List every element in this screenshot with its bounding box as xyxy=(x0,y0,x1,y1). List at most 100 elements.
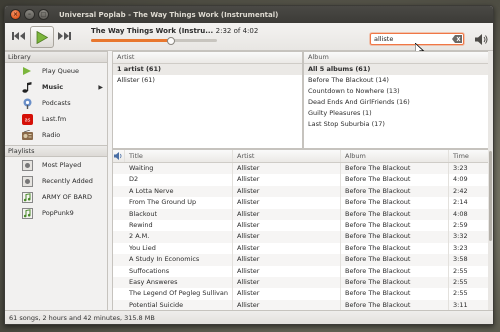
artist-row[interactable]: Allister (61) xyxy=(113,75,302,86)
track-album-cell: Before The Blackout xyxy=(341,197,449,209)
sidebar-item-label: Last.fm xyxy=(42,115,67,123)
sidebar-item-recently-added[interactable]: Recently Added xyxy=(5,173,107,189)
album-row[interactable]: Before The Blackout (14) xyxy=(304,75,488,86)
sidebar-item-radio[interactable]: Radio xyxy=(5,127,107,143)
table-row[interactable]: 2 A.M. Allister Before The Blackout 3:32 xyxy=(113,231,488,243)
seek-progress xyxy=(91,39,170,42)
sidebar-item-label: Most Played xyxy=(42,161,82,169)
seek-handle[interactable] xyxy=(167,37,175,45)
table-row[interactable]: A Lotta Nerve Allister Before The Blackout… xyxy=(113,185,488,198)
smart-playlist-icon xyxy=(21,159,33,171)
album-row[interactable]: Countdown to Nowhere (13) xyxy=(304,86,488,97)
track-album-cell: Before The Blackout xyxy=(341,219,449,232)
sidebar-item-lastfm[interactable]: as Last.fm xyxy=(5,111,107,127)
playing-indicator-cell xyxy=(113,174,125,185)
artist-row[interactable]: 1 artist (61) xyxy=(113,64,302,75)
table-row[interactable]: Rewind Allister Before The Blackout 2:59 xyxy=(113,219,488,232)
sidebar-item-podcasts[interactable]: Podcasts xyxy=(5,95,107,111)
play-button[interactable] xyxy=(30,26,54,48)
clear-search-button[interactable] xyxy=(452,35,462,43)
playlist-icon xyxy=(21,191,33,203)
playing-indicator-cell xyxy=(113,197,125,208)
now-playing-info: The Way Things Work (Instru... 2:32 of 4… xyxy=(91,27,291,35)
track-artist-cell: Allister xyxy=(233,265,341,277)
sidebar-item-most-played[interactable]: Most Played xyxy=(5,157,107,173)
previous-track-button[interactable] xyxy=(11,26,27,46)
expand-arrow-icon[interactable]: ▶ xyxy=(98,84,103,91)
track-time-cell: 2:14 xyxy=(453,198,468,207)
next-track-button[interactable] xyxy=(56,26,72,46)
volume-button[interactable] xyxy=(474,31,488,47)
close-window-button[interactable]: × xyxy=(10,9,21,20)
rhythmbox-window: × – □ Universal Poplab - The Way Things … xyxy=(4,5,494,325)
sidebar-item-army-of-bard[interactable]: ARMY OF BARD xyxy=(5,189,107,205)
track-artist-cell: Allister xyxy=(233,219,341,232)
minimize-window-button[interactable]: – xyxy=(24,9,35,20)
track-time-cell: 2:55 xyxy=(453,289,468,298)
sidebar-item-label: ARMY OF BARD xyxy=(42,193,92,201)
track-title-cell: A Study In Economics xyxy=(125,254,233,266)
playing-indicator-cell xyxy=(113,288,125,299)
table-row[interactable]: Waiting Allister Before The Blackout 3:23 xyxy=(113,163,488,175)
track-album-cell: Before The Blackout xyxy=(341,163,449,175)
album-row[interactable]: All 5 albums (61) xyxy=(304,64,488,75)
scrollbar-thumb[interactable] xyxy=(489,151,492,241)
table-row[interactable]: The Legend Of Pegleg Sullivan Allister Bef… xyxy=(113,288,488,300)
track-title-cell: D2 xyxy=(125,174,233,186)
track-title-cell: From The Ground Up xyxy=(125,197,233,209)
track-album-cell: Before The Blackout xyxy=(341,265,449,277)
track-list: Title Artist Album Time Waiting Allister B… xyxy=(112,149,489,312)
sidebar-item-label: Podcasts xyxy=(42,99,71,107)
table-row[interactable]: You Lied Allister Before The Blackout 3:23 xyxy=(113,242,488,255)
title-column-header[interactable]: Title xyxy=(125,150,233,162)
minimize-icon: – xyxy=(28,10,31,18)
album-row[interactable]: Dead Ends And GirlFriends (16) xyxy=(304,97,488,108)
status-bar: 61 songs, 2 hours and 42 minutes, 315.8 … xyxy=(5,310,493,324)
playing-indicator-cell xyxy=(113,277,125,288)
table-row[interactable]: From The Ground Up Allister Before The Bla… xyxy=(113,197,488,209)
playing-indicator-cell xyxy=(113,163,125,174)
sidebar-item-music[interactable]: Music ▶ xyxy=(5,79,107,95)
artist-column-header[interactable]: Artist xyxy=(233,150,341,162)
track-artist-cell: Allister xyxy=(233,288,341,300)
track-title-cell: Easy Answeres xyxy=(125,276,233,289)
time-column-header[interactable]: Time xyxy=(449,150,488,162)
track-artist-cell: Allister xyxy=(233,208,341,220)
sidebar-item-label: Recently Added xyxy=(42,177,93,185)
now-playing-time: 2:32 of 4:02 xyxy=(215,27,259,35)
table-row[interactable]: Suffocations Allister Before The Blackout 2… xyxy=(113,265,488,277)
sidebar-item-play-queue[interactable]: Play Queue xyxy=(5,63,107,79)
table-row[interactable]: Blackout Allister Before The Blackout 4:08 xyxy=(113,208,488,220)
playing-indicator-cell xyxy=(113,209,125,220)
sidebar-item-label: PopPunk9 xyxy=(42,209,74,217)
table-row[interactable]: D2 Allister Before The Blackout 4:09 xyxy=(113,174,488,186)
playing-indicator-cell xyxy=(113,186,125,197)
sidebar-item-poppunk9[interactable]: PopPunk9 xyxy=(5,205,107,221)
speaker-icon xyxy=(114,152,122,160)
track-list-scrollbar[interactable] xyxy=(488,51,493,310)
artist-column-header[interactable]: Artist xyxy=(113,52,302,64)
table-row[interactable]: Easy Answeres Allister Before The Blackout… xyxy=(113,276,488,289)
music-note-icon xyxy=(21,81,33,93)
table-row[interactable]: A Study In Economics Allister Before The B… xyxy=(113,254,488,266)
track-title-cell: Blackout xyxy=(125,208,233,220)
playing-column-header[interactable] xyxy=(113,150,125,162)
maximize-window-button[interactable]: □ xyxy=(38,9,49,20)
radio-icon xyxy=(21,129,33,141)
track-album-cell: Before The Blackout xyxy=(341,185,449,198)
clear-icon xyxy=(452,35,462,43)
album-row[interactable]: Guilty Pleasures (1) xyxy=(304,108,488,119)
album-column-header[interactable]: Album xyxy=(304,52,488,64)
album-column-header[interactable]: Album xyxy=(341,150,449,162)
track-time-cell: 2:55 xyxy=(453,266,468,275)
playing-indicator-cell xyxy=(113,231,125,242)
podcast-icon xyxy=(21,97,33,109)
title-bar[interactable]: × – □ Universal Poplab - The Way Things … xyxy=(5,6,493,23)
album-row[interactable]: Last Stop Suburbia (17) xyxy=(304,119,488,130)
track-time-cell: 2:42 xyxy=(453,186,468,195)
track-list-header: Title Artist Album Time xyxy=(113,150,488,163)
speaker-icon xyxy=(474,33,487,45)
lastfm-icon: as xyxy=(21,113,33,125)
seek-bar[interactable] xyxy=(91,37,217,45)
track-title-cell: You Lied xyxy=(125,242,233,255)
